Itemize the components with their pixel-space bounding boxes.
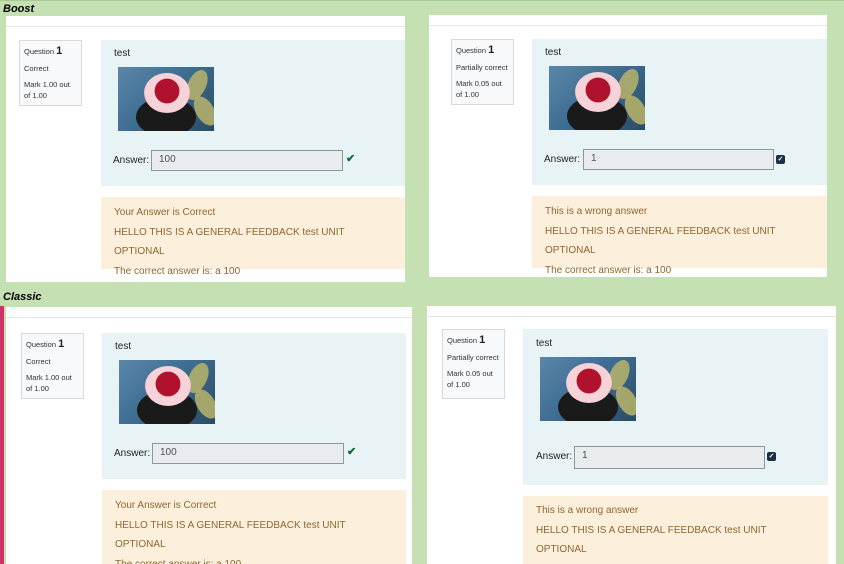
answer-input[interactable]: 100 (151, 150, 343, 171)
question-text: test (536, 338, 553, 349)
right-answer: The correct answer is: a 100 (114, 265, 241, 277)
question-number: Question 1 (447, 334, 486, 346)
question-info: Question 1 Partially correct Mark 0.05 o… (442, 329, 505, 399)
question-state: Correct (26, 356, 51, 366)
general-feedback: HELLO THIS IS A GENERAL FEEDBACK test UN… (536, 524, 767, 556)
panel-divider (427, 316, 836, 317)
grid-line (0, 0, 844, 1)
classic-partial-panel: Question 1 Partially correct Mark 0.05 o… (427, 306, 836, 564)
right-answer: The correct answer is: a 100 (536, 560, 815, 564)
classic-correct-panel: Question 1 Correct Mark 1.00 out of 1.00… (6, 307, 412, 564)
check-icon: ✔ (347, 446, 357, 458)
check-icon: ✔ (346, 153, 356, 165)
panel-divider (429, 25, 827, 26)
boost-partial-panel: Question 1 Partially correct Mark 0.05 o… (429, 15, 827, 277)
general-feedback: HELLO THIS IS A GENERAL FEEDBACK test UN… (545, 225, 776, 257)
general-feedback: HELLO THIS IS A GENERAL FEEDBACK test UN… (115, 519, 346, 551)
partial-correct-icon: ✓ (767, 452, 776, 461)
question-grade: Mark 1.00 out of 1.00 (26, 372, 72, 393)
general-feedback: HELLO THIS IS A GENERAL FEEDBACK test UN… (114, 226, 345, 258)
specific-feedback: This is a wrong answer (545, 206, 648, 217)
question-number: Question 1 (456, 44, 495, 56)
right-answer: The correct answer is: a 100 (545, 264, 672, 276)
question-info: Question 1 Correct Mark 1.00 out of 1.00 (19, 40, 82, 106)
answer-label: Answer: (113, 155, 150, 166)
specific-feedback: Your Answer is Correct (115, 500, 217, 511)
feedback-box: Your Answer is Correct HELLO THIS IS A G… (101, 197, 405, 277)
question-text: test (114, 48, 131, 59)
question-number: Question 1 (24, 45, 63, 57)
answer-input[interactable]: 100 (152, 443, 344, 464)
boost-correct-panel: Question 1 Correct Mark 1.00 out of 1.00… (6, 16, 405, 282)
answer-label: Answer: (114, 448, 151, 459)
question-grade: Mark 0.05 out of 1.00 (447, 368, 493, 389)
question-state: Correct (24, 63, 49, 73)
answer-label: Answer: (536, 451, 573, 462)
question-state: Partially correct (456, 62, 508, 72)
question-image (119, 360, 215, 424)
question-state: Partially correct (447, 352, 499, 362)
answer-label: Answer: (544, 154, 581, 165)
section-label-boost: Boost (3, 3, 35, 15)
partial-correct-icon: ✓ (776, 155, 785, 164)
question-formulation: test Answer: 100 ✔ (102, 333, 406, 479)
question-grade: Mark 0.05 out of 1.00 (456, 78, 502, 99)
panel-divider (6, 317, 412, 318)
question-info: Question 1 Partially correct Mark 0.05 o… (451, 39, 514, 105)
question-formulation: test Answer: 1 ✓ (523, 329, 828, 485)
right-answer: The correct answer is: a 100 (115, 558, 242, 564)
classic-sidebar-edge (0, 306, 4, 564)
answer-input[interactable]: 1 (574, 446, 765, 469)
question-formulation: test Answer: 100 ✔ (101, 40, 405, 186)
specific-feedback: This is a wrong answer (536, 505, 639, 516)
question-text: test (545, 47, 562, 58)
question-image (549, 66, 645, 130)
specific-feedback: Your Answer is Correct (114, 207, 216, 218)
feedback-box: This is a wrong answer HELLO THIS IS A G… (523, 496, 828, 564)
section-label-classic: Classic (3, 291, 42, 303)
question-formulation: test Answer: 1 ✓ (532, 39, 827, 185)
question-number: Question 1 (26, 338, 65, 350)
feedback-box: This is a wrong answer HELLO THIS IS A G… (532, 196, 827, 276)
answer-input[interactable]: 1 (583, 149, 774, 170)
question-image (118, 67, 214, 131)
question-info: Question 1 Correct Mark 1.00 out of 1.00 (21, 333, 84, 399)
question-grade: Mark 1.00 out of 1.00 (24, 79, 70, 100)
panel-divider (6, 26, 405, 27)
feedback-box: Your Answer is Correct HELLO THIS IS A G… (102, 490, 406, 564)
question-image (540, 357, 636, 421)
question-text: test (115, 341, 132, 352)
